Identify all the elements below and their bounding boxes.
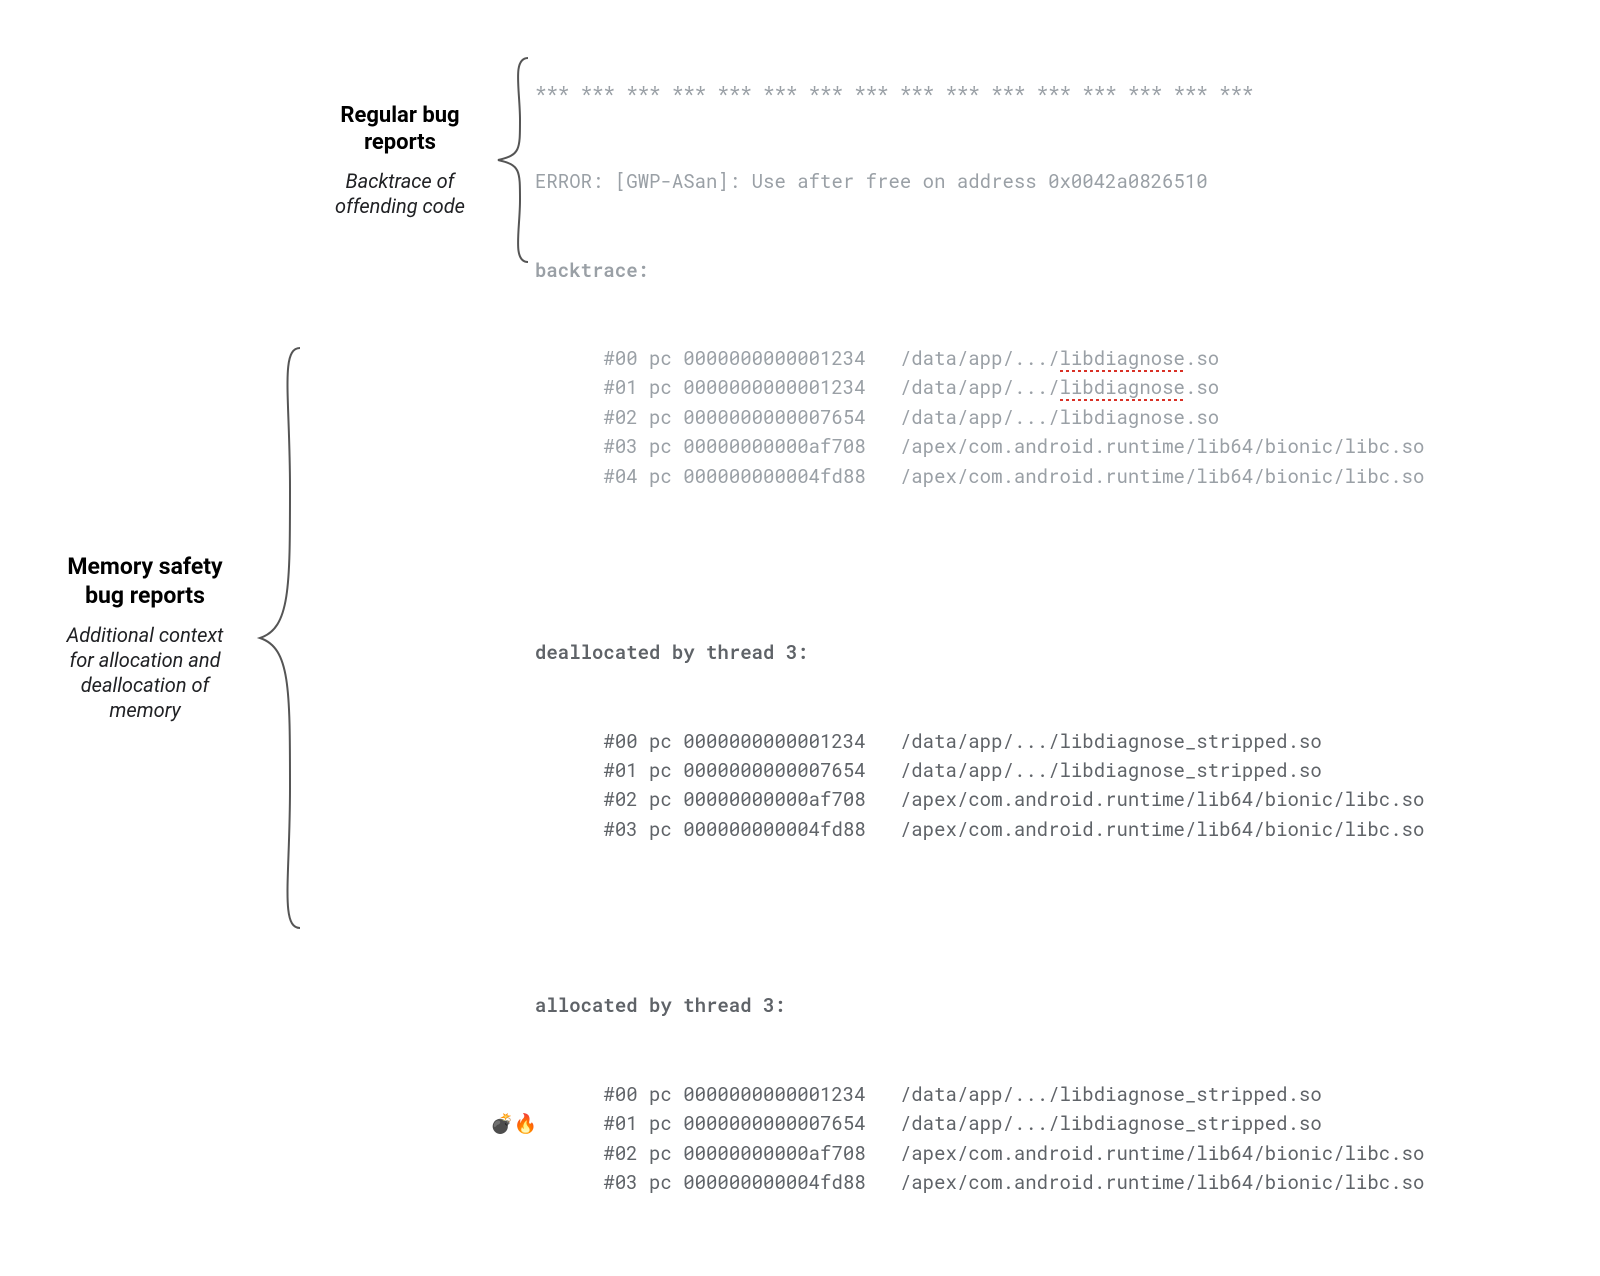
outer-subtitle: Additional context for allocation and de…: [40, 623, 250, 723]
bomb-fire-icon: 💣🔥: [490, 1109, 537, 1138]
brace-icon: [490, 50, 535, 270]
stack-frame: #00 pc 0000000000001234 /data/app/.../li…: [535, 1080, 1424, 1109]
stack-frame: #03 pc 000000000004fd88 /apex/com.androi…: [535, 1168, 1424, 1197]
inner-subtitle: Backtrace of offending code: [310, 169, 490, 219]
alloc-header: allocated by thread 3:: [535, 991, 1424, 1020]
outer-title: Memory safety bug reports: [40, 553, 250, 611]
error-line: ERROR: [GWP-ASan]: Use after free on add…: [535, 167, 1424, 196]
backtrace-frame: #03 pc 00000000000af708 /apex/com.androi…: [535, 432, 1424, 461]
stack-frame: 💣🔥 #01 pc 0000000000007654 /data/app/...…: [535, 1109, 1424, 1138]
stack-frame: #01 pc 0000000000007654 /data/app/.../li…: [535, 756, 1424, 785]
backtrace-frame: #02 pc 0000000000007654 /data/app/.../li…: [535, 403, 1424, 432]
backtrace-header: backtrace:: [535, 256, 1424, 285]
stack-frame: #00 pc 0000000000001234 /data/app/.../li…: [535, 727, 1424, 756]
stack-frame: #03 pc 000000000004fd88 /apex/com.androi…: [535, 815, 1424, 844]
stack-frame: #02 pc 00000000000af708 /apex/com.androi…: [535, 1139, 1424, 1168]
backtrace-frame: #04 pc 000000000004fd88 /apex/com.androi…: [535, 462, 1424, 491]
outer-label: Memory safety bug reports Additional con…: [40, 553, 250, 723]
code-block: *** *** *** *** *** *** *** *** *** *** …: [535, 20, 1424, 1256]
stack-frame: #02 pc 00000000000af708 /apex/com.androi…: [535, 785, 1424, 814]
inner-label: Regular bug reports Backtrace of offendi…: [310, 102, 490, 219]
diagram-root: Memory safety bug reports Additional con…: [40, 20, 1580, 1256]
dealloc-header: deallocated by thread 3:: [535, 638, 1424, 667]
inner-title: Regular bug reports: [310, 102, 490, 157]
stars-line: *** *** *** *** *** *** *** *** *** *** …: [535, 79, 1424, 108]
brace-icon: [250, 338, 310, 938]
backtrace-frame: #00 pc 0000000000001234 /data/app/.../li…: [535, 344, 1424, 373]
backtrace-frame: #01 pc 0000000000001234 /data/app/.../li…: [535, 373, 1424, 402]
